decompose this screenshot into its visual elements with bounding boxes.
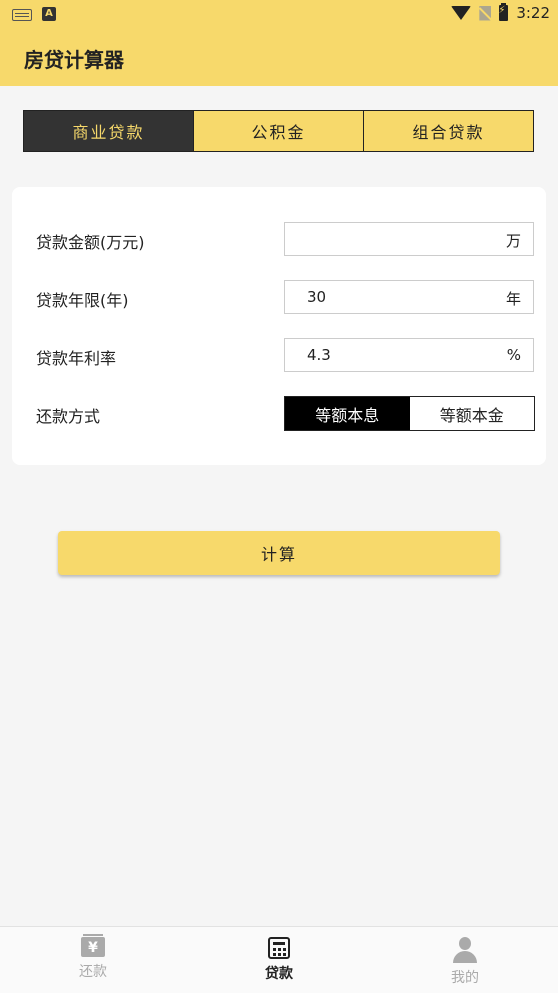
rate-row: 贷款年利率 4.3 % [12,338,546,372]
method-row: 还款方式 等额本息 等额本金 [12,396,546,431]
tab-provident-fund[interactable]: 公积金 [193,111,363,151]
a-notification-icon: A [42,7,56,21]
status-right: 3:22 [451,3,550,22]
keyboard-icon [12,9,32,21]
rate-label: 贷款年利率 [36,349,117,368]
rate-input[interactable]: 4.3 % [284,338,534,372]
option-equal-installment[interactable]: 等额本息 [285,397,410,430]
nav-item-mine[interactable]: 我的 [372,927,558,993]
nav-item-loan[interactable]: 贷款 [186,927,372,993]
nav-label-repayment: 还款 [79,964,107,980]
status-left: A [12,7,56,21]
yen-icon: ¥ [81,934,105,957]
battery-charging-icon [498,3,509,21]
amount-input[interactable]: 万 [284,222,534,256]
term-value: 30 [307,288,327,306]
tab-commercial-loan[interactable]: 商业贷款 [24,111,193,151]
status-bar: A 3:22 [0,0,558,30]
repayment-method-toggle: 等额本息 等额本金 [284,396,535,431]
amount-unit: 万 [505,232,521,250]
nav-label-mine: 我的 [451,970,479,986]
method-label: 还款方式 [36,407,101,426]
nav-label-loan: 贷款 [265,966,293,982]
wifi-icon [451,6,472,20]
page-title: 房贷计算器 [24,48,124,72]
term-row: 贷款年限(年) 30 年 [12,280,546,314]
term-unit: 年 [505,290,521,308]
rate-value: 4.3 [307,346,331,364]
calculator-icon [268,937,290,959]
tab-combined-loan[interactable]: 组合贷款 [363,111,533,151]
no-sim-icon [479,5,492,21]
term-label: 贷款年限(年) [36,291,129,310]
bottom-nav: ¥ 还款 贷款 我的 [0,926,558,993]
app-bar: 房贷计算器 [0,30,558,86]
loan-type-tabs: 商业贷款 公积金 组合贷款 [23,110,534,152]
term-input[interactable]: 30 年 [284,280,534,314]
rate-unit: % [506,346,521,364]
option-equal-principal[interactable]: 等额本金 [409,397,534,430]
person-icon [453,937,477,963]
calculate-button[interactable]: 计算 [58,531,500,575]
status-time: 3:22 [516,4,550,22]
amount-label: 贷款金额(万元) [36,233,145,252]
loan-form-card: 贷款金额(万元) 万 贷款年限(年) 30 年 贷款年利率 4.3 % 还款方式… [12,187,546,465]
amount-row: 贷款金额(万元) 万 [12,222,546,256]
nav-item-repayment[interactable]: ¥ 还款 [0,927,186,993]
